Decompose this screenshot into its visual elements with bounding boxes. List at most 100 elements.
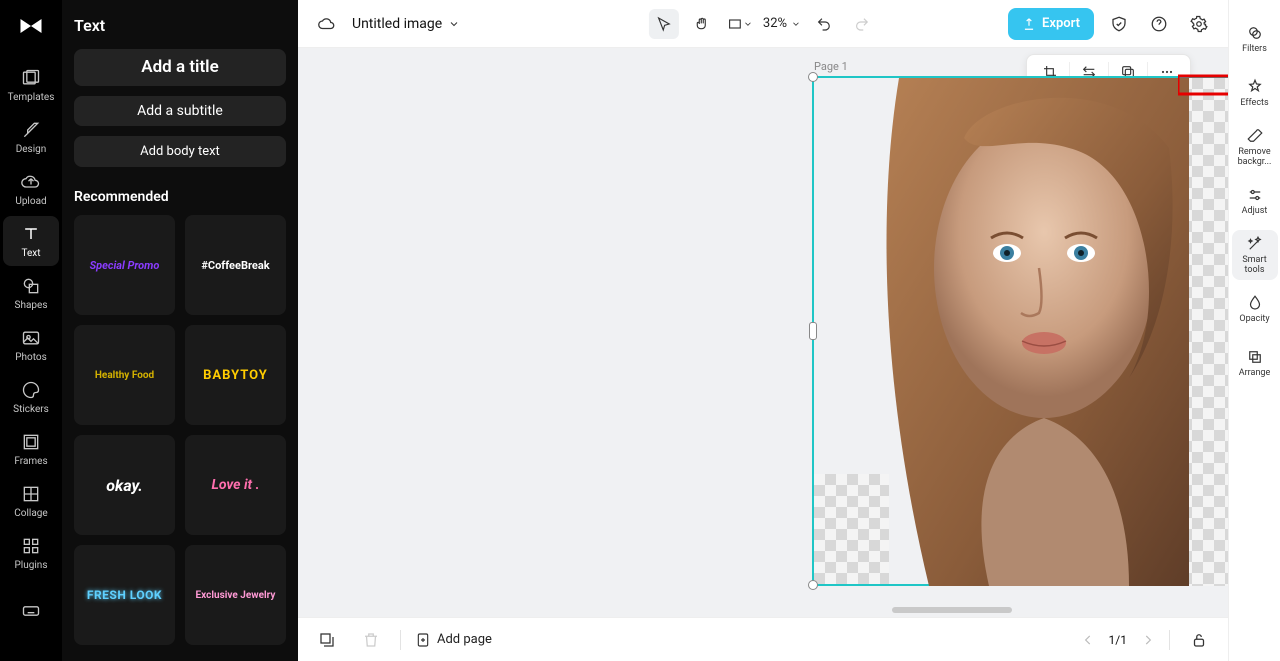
rr-adjust[interactable]: Adjust bbox=[1232, 176, 1278, 226]
undo-button[interactable] bbox=[809, 9, 839, 39]
topbar-right: Export bbox=[1008, 8, 1214, 40]
resize-handle[interactable] bbox=[808, 580, 818, 590]
delete-button[interactable] bbox=[356, 625, 386, 655]
rail-photos[interactable]: Photos bbox=[3, 320, 59, 370]
resize-handle[interactable] bbox=[808, 72, 818, 82]
topbar-center: 32% bbox=[649, 9, 877, 39]
resize-handle[interactable] bbox=[809, 322, 817, 340]
export-label: Export bbox=[1042, 16, 1080, 31]
rr-label: Smart tools bbox=[1232, 256, 1278, 276]
opacity-icon bbox=[1246, 294, 1264, 312]
settings-button[interactable] bbox=[1184, 9, 1214, 39]
add-page-icon bbox=[415, 632, 431, 648]
prev-page-button[interactable] bbox=[1081, 633, 1095, 647]
rr-smart-tools[interactable]: Smart tools bbox=[1232, 230, 1278, 280]
main-area: Untitled image 32% Export bbox=[298, 0, 1228, 661]
text-preset-card[interactable]: Healthy Food bbox=[74, 325, 175, 425]
eraser-icon bbox=[1246, 127, 1264, 145]
rr-label: Arrange bbox=[1239, 369, 1271, 379]
export-icon bbox=[1022, 17, 1036, 31]
rr-label: Adjust bbox=[1242, 207, 1268, 217]
adjust-icon bbox=[1246, 186, 1264, 204]
rr-label: Filters bbox=[1242, 45, 1267, 55]
rr-opacity[interactable]: Opacity bbox=[1232, 284, 1278, 334]
selected-image[interactable] bbox=[812, 76, 1228, 586]
canvas-size-button[interactable] bbox=[725, 9, 755, 39]
plugins-icon bbox=[21, 536, 41, 556]
export-button[interactable]: Export bbox=[1008, 8, 1094, 40]
zoom-value: 32% bbox=[763, 16, 787, 31]
rr-label: Opacity bbox=[1239, 315, 1269, 325]
chevron-down-icon bbox=[791, 19, 801, 29]
keyboard-icon bbox=[21, 601, 41, 621]
separator bbox=[1169, 630, 1170, 650]
lock-button[interactable] bbox=[1184, 625, 1214, 655]
rail-keyboard[interactable] bbox=[3, 586, 59, 636]
rail-text[interactable]: Text bbox=[3, 216, 59, 266]
upload-icon bbox=[21, 172, 41, 192]
app-root: Templates Design Upload Text Shapes Phot… bbox=[0, 0, 1280, 661]
horizontal-scrollbar[interactable] bbox=[892, 607, 1012, 613]
add-body-button[interactable]: Add body text bbox=[74, 136, 286, 167]
collage-icon bbox=[21, 484, 41, 504]
photos-icon bbox=[21, 328, 41, 348]
rail-design[interactable]: Design bbox=[3, 112, 59, 162]
help-button[interactable] bbox=[1144, 9, 1174, 39]
project-title[interactable]: Untitled image bbox=[352, 16, 460, 32]
rail-collage[interactable]: Collage bbox=[3, 476, 59, 526]
portrait-image bbox=[869, 78, 1189, 586]
add-page-button[interactable]: Add page bbox=[415, 632, 492, 648]
templates-icon bbox=[21, 68, 41, 88]
rail-templates[interactable]: Templates bbox=[3, 60, 59, 110]
shapes-icon bbox=[21, 276, 41, 296]
rail-frames[interactable]: Frames bbox=[3, 424, 59, 474]
left-rail: Templates Design Upload Text Shapes Phot… bbox=[0, 0, 62, 661]
redo-button[interactable] bbox=[847, 9, 877, 39]
recommended-heading: Recommended bbox=[74, 189, 286, 205]
bottom-bar: Add page 1/1 bbox=[298, 617, 1228, 661]
shield-button[interactable] bbox=[1104, 9, 1134, 39]
rr-remove-bg[interactable]: Remove backgr... bbox=[1232, 122, 1278, 172]
rr-filters[interactable]: Filters bbox=[1232, 14, 1278, 64]
stickers-icon bbox=[21, 380, 41, 400]
text-preset-card[interactable]: Special Promo bbox=[74, 215, 175, 315]
page-indicator: 1/1 bbox=[1109, 633, 1127, 647]
rail-plugins[interactable]: Plugins bbox=[3, 528, 59, 578]
design-icon bbox=[21, 120, 41, 140]
filters-icon bbox=[1246, 24, 1264, 42]
rail-shapes[interactable]: Shapes bbox=[3, 268, 59, 318]
text-panel: Text Add a title Add a subtitle Add body… bbox=[62, 0, 298, 661]
text-preset-card[interactable]: Exclusive Jewelry bbox=[185, 545, 286, 645]
rail-upload[interactable]: Upload bbox=[3, 164, 59, 214]
rr-label: Effects bbox=[1240, 99, 1268, 109]
app-logo[interactable] bbox=[11, 6, 51, 46]
add-page-label: Add page bbox=[437, 632, 492, 647]
next-page-button[interactable] bbox=[1141, 633, 1155, 647]
text-preset-card[interactable]: #CoffeeBreak bbox=[185, 215, 286, 315]
layers-button[interactable] bbox=[312, 625, 342, 655]
rr-effects[interactable]: Effects bbox=[1232, 68, 1278, 118]
page-label: Page 1 bbox=[814, 60, 848, 73]
rail-stickers[interactable]: Stickers bbox=[3, 372, 59, 422]
add-title-button[interactable]: Add a title bbox=[74, 49, 286, 86]
rr-label: Remove backgr... bbox=[1232, 148, 1278, 168]
text-preset-card[interactable]: okay. bbox=[74, 435, 175, 535]
add-subtitle-button[interactable]: Add a subtitle bbox=[74, 96, 286, 127]
magic-icon bbox=[1246, 235, 1264, 253]
hand-tool-button[interactable] bbox=[687, 9, 717, 39]
frames-icon bbox=[21, 432, 41, 452]
text-preset-card[interactable]: BABYTOY bbox=[185, 325, 286, 425]
topbar: Untitled image 32% Export bbox=[298, 0, 1228, 48]
rr-arrange[interactable]: Arrange bbox=[1232, 338, 1278, 388]
zoom-control[interactable]: 32% bbox=[763, 16, 801, 31]
cloud-sync-button[interactable] bbox=[312, 9, 342, 39]
project-title-text: Untitled image bbox=[352, 16, 442, 32]
arrange-icon bbox=[1246, 348, 1264, 366]
text-icon bbox=[21, 224, 41, 244]
canvas[interactable]: Page 1 bbox=[298, 48, 1228, 661]
cursor-tool-button[interactable] bbox=[649, 9, 679, 39]
text-preset-card[interactable]: Love it . bbox=[185, 435, 286, 535]
effects-icon bbox=[1246, 78, 1264, 96]
text-preset-card[interactable]: FRESH LOOK bbox=[74, 545, 175, 645]
right-rail: Filters Effects Remove backgr... Adjust … bbox=[1228, 0, 1280, 661]
